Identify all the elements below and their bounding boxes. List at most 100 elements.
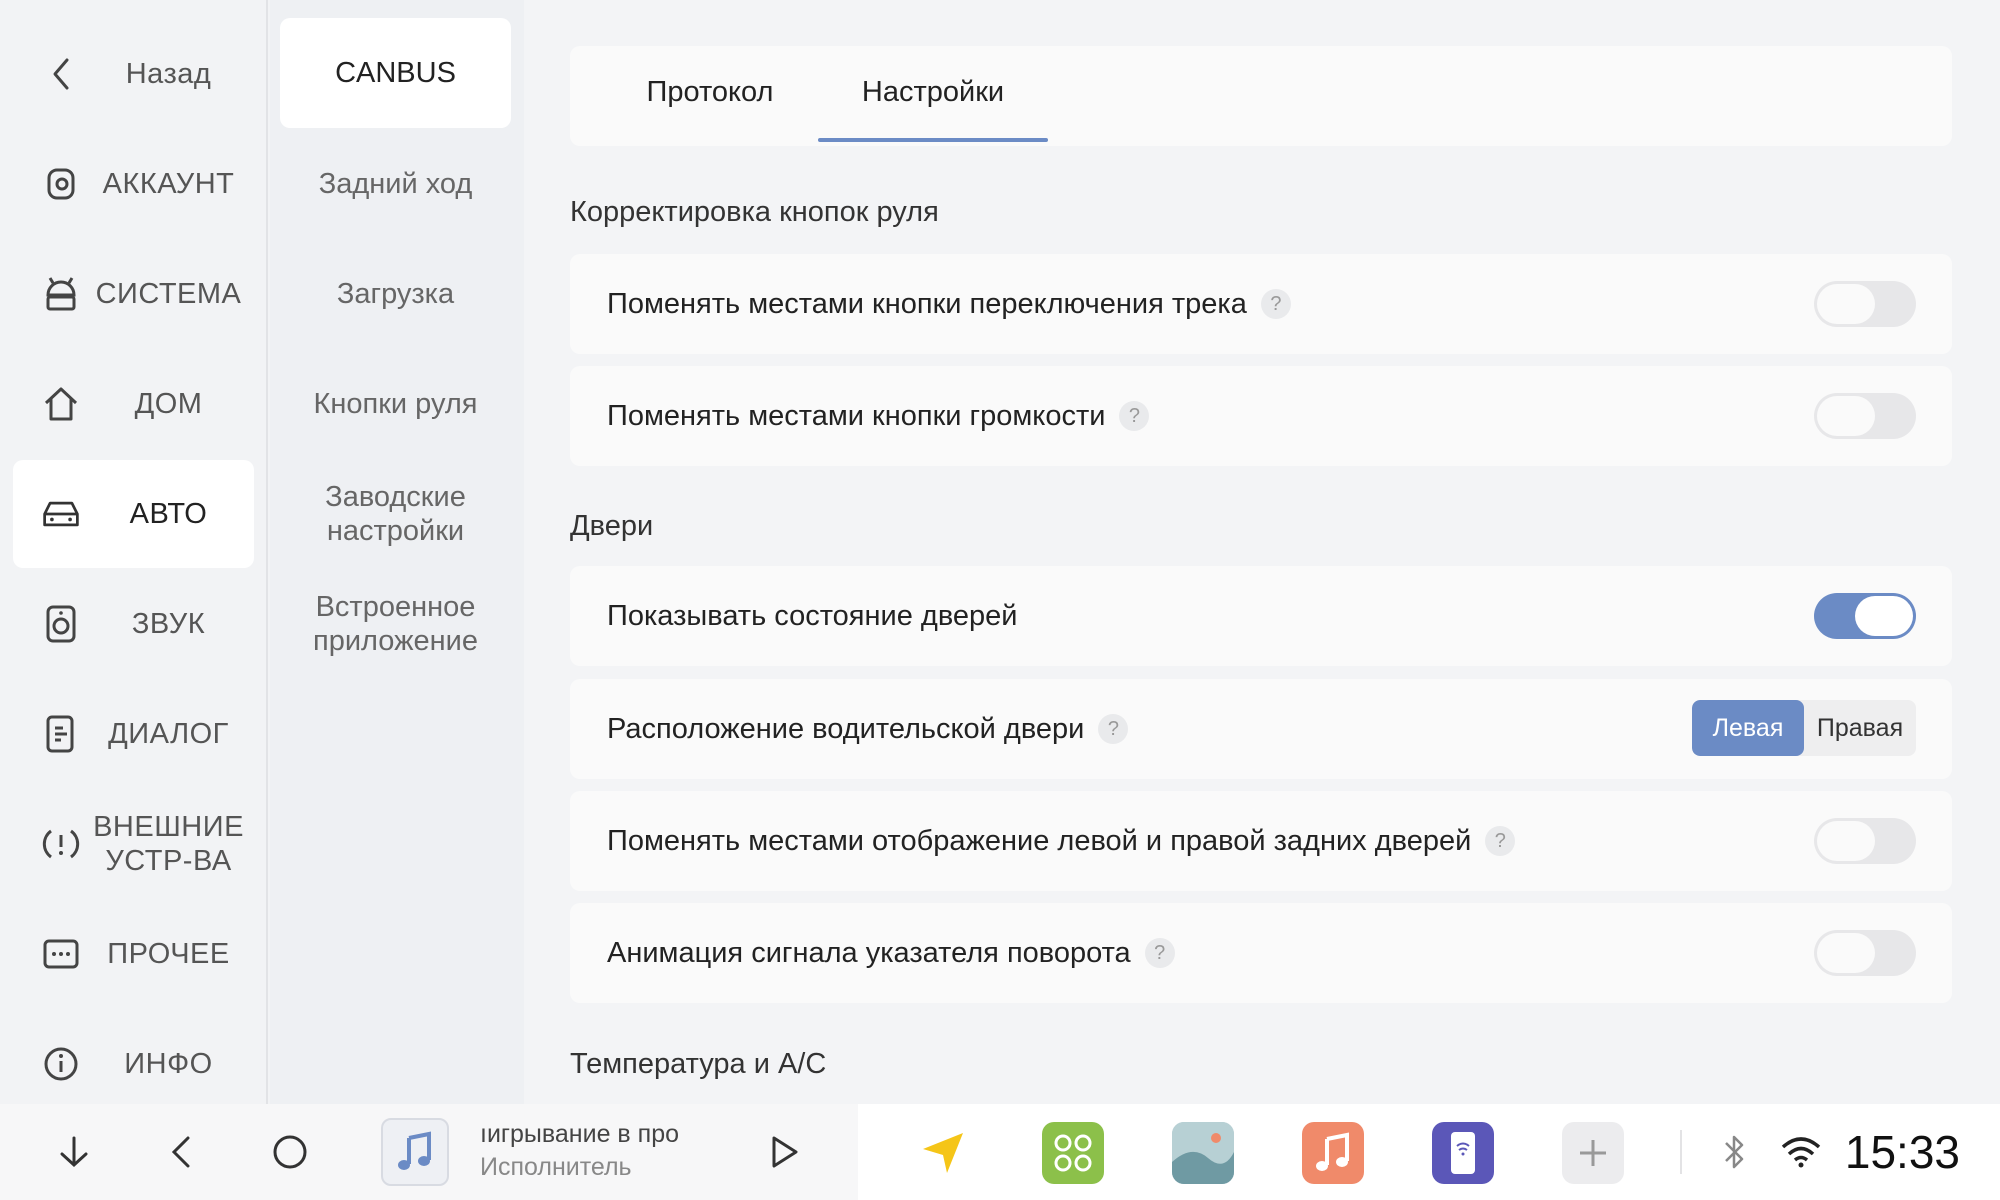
- sidebar-item-label: АККАУНТ: [102, 168, 235, 200]
- bottom-bar: ıигрывание в про Исполнитель 15:33: [0, 1104, 2000, 1200]
- setting-label: Показывать состояние дверей: [607, 599, 1018, 632]
- voice-icon: [41, 714, 81, 754]
- sidebar-item-label: ИНФО: [124, 1048, 213, 1080]
- sidebar-item-label: ДОМ: [134, 388, 203, 420]
- back-button[interactable]: Назад: [13, 20, 254, 128]
- setting-row: Поменять местами кнопки переключения тре…: [570, 254, 1952, 354]
- chevron-left-icon: [41, 54, 81, 94]
- wifi-icon[interactable]: [1776, 1104, 1826, 1200]
- sidebar-item-system[interactable]: СИСТЕМА: [13, 240, 254, 348]
- circle-home-icon: [273, 1135, 307, 1169]
- sidebar-item-external-devices[interactable]: ВНЕШНИЕ УСТР-ВА: [13, 790, 254, 898]
- toggle-knob: [1817, 933, 1875, 973]
- navigation-app[interactable]: [912, 1122, 974, 1184]
- nav-back-button[interactable]: [154, 1104, 210, 1200]
- car-icon: [41, 494, 81, 534]
- help-icon[interactable]: ?: [1144, 938, 1175, 968]
- swap-volume-buttons-toggle[interactable]: [1814, 393, 1916, 439]
- sidebar: Назад АККАУНТ СИСТЕМА ДОМ АВТО ЗВУК ДИАЛ…: [0, 0, 268, 1104]
- toggle-knob: [1817, 396, 1875, 436]
- submenu: CANBUS Задний ход Загрузка Кнопки руля З…: [270, 0, 524, 1104]
- submenu-item-factory-settings[interactable]: Заводские настройки: [280, 459, 511, 569]
- sidebar-item-label: ПРОЧЕЕ: [107, 938, 230, 970]
- sidebar-item-label: ЗВУК: [131, 608, 206, 640]
- section-title-climate: Температура и A/C: [570, 1048, 827, 1080]
- swap-track-buttons-toggle[interactable]: [1814, 281, 1916, 327]
- collapse-button[interactable]: [46, 1104, 102, 1200]
- music-note-icon: [1316, 1132, 1349, 1171]
- external-devices-icon: [41, 824, 81, 864]
- driver-door-segment: Левая Правая: [1692, 700, 1916, 756]
- music-app[interactable]: [1302, 1122, 1364, 1184]
- swap-rear-doors-toggle[interactable]: [1814, 818, 1916, 864]
- play-button[interactable]: [756, 1104, 812, 1200]
- chevron-left-icon: [171, 1136, 190, 1168]
- help-icon[interactable]: ?: [1098, 714, 1129, 744]
- section-title-steering: Корректировка кнопок руля: [570, 196, 939, 228]
- help-icon[interactable]: ?: [1119, 401, 1150, 431]
- setting-row: Расположение водительской двери ? Левая …: [570, 679, 1952, 779]
- help-icon[interactable]: ?: [1260, 289, 1291, 319]
- tab-settings[interactable]: Настройки: [818, 46, 1048, 142]
- sidebar-item-auto[interactable]: АВТО: [13, 460, 254, 568]
- android-icon: [41, 274, 81, 314]
- tab-protocol[interactable]: Протокол: [610, 46, 810, 138]
- section-title-doors: Двери: [570, 510, 654, 542]
- nav-home-button[interactable]: [262, 1104, 318, 1200]
- setting-label: Поменять местами кнопки громкости: [607, 399, 1106, 432]
- sidebar-item-dialog[interactable]: ДИАЛОГ: [13, 680, 254, 788]
- sidebar-item-info[interactable]: ИНФО: [13, 1010, 254, 1118]
- setting-label: Поменять местами отображение левой и пра…: [607, 824, 1472, 857]
- setting-label: Анимация сигнала указателя поворота: [607, 936, 1131, 969]
- music-note-icon[interactable]: [381, 1118, 449, 1186]
- show-door-status-toggle[interactable]: [1814, 593, 1916, 639]
- phone-icon: [1451, 1132, 1475, 1174]
- media-title: ıигрывание в про: [480, 1120, 679, 1148]
- setting-label: Расположение водительской двери: [607, 712, 1085, 745]
- bluetooth-icon[interactable]: [1714, 1104, 1754, 1200]
- add-app-button[interactable]: [1562, 1122, 1624, 1184]
- sidebar-item-sound[interactable]: ЗВУК: [13, 570, 254, 678]
- submenu-item-reverse[interactable]: Задний ход: [280, 129, 511, 239]
- setting-row: Поменять местами кнопки громкости ?: [570, 366, 1952, 466]
- gallery-icon: [1172, 1122, 1234, 1184]
- sidebar-item-home[interactable]: ДОМ: [13, 350, 254, 458]
- sidebar-item-other[interactable]: ПРОЧЕЕ: [13, 900, 254, 1008]
- setting-row: Поменять местами отображение левой и пра…: [570, 791, 1952, 891]
- home-icon: [41, 384, 81, 424]
- gallery-app[interactable]: [1172, 1122, 1234, 1184]
- media-artist: Исполнитель: [480, 1153, 632, 1181]
- toggle-knob: [1817, 821, 1875, 861]
- segment-right[interactable]: Правая: [1804, 700, 1916, 756]
- submenu-item-builtin-app[interactable]: Встроенное приложение: [280, 569, 511, 679]
- segment-left[interactable]: Левая: [1692, 700, 1804, 756]
- play-icon: [772, 1136, 798, 1168]
- submenu-item-canbus[interactable]: CANBUS: [280, 18, 511, 128]
- sidebar-item-label: ВНЕШНИЕ УСТР-ВА: [93, 811, 244, 877]
- setting-row: Показывать состояние дверей: [570, 566, 1952, 666]
- speaker-icon: [41, 604, 81, 644]
- tab-bar: Протокол Настройки: [570, 46, 1952, 146]
- setting-label: Поменять местами кнопки переключения тре…: [607, 287, 1247, 320]
- turn-signal-animation-toggle[interactable]: [1814, 930, 1916, 976]
- clock: 15:33: [1844, 1126, 1960, 1178]
- info-icon: [41, 1044, 81, 1084]
- sidebar-item-account[interactable]: АККАУНТ: [13, 130, 254, 238]
- plus-icon: [1580, 1140, 1606, 1166]
- sidebar-item-label: Назад: [125, 58, 212, 90]
- toggle-knob: [1855, 596, 1913, 636]
- sidebar-item-label: АВТО: [129, 498, 208, 530]
- phone-link-app[interactable]: [1432, 1122, 1494, 1184]
- submenu-item-steering-buttons[interactable]: Кнопки руля: [280, 349, 511, 459]
- more-icon: [41, 934, 81, 974]
- setting-row: Анимация сигнала указателя поворота ?: [570, 903, 1952, 1003]
- media-info[interactable]: ıигрывание в про Исполнитель: [480, 1120, 700, 1182]
- main-content: Протокол Настройки Корректировка кнопок …: [524, 0, 2000, 1104]
- apps-grid-icon: [1054, 1134, 1092, 1172]
- help-icon[interactable]: ?: [1485, 826, 1516, 856]
- toggle-knob: [1817, 284, 1875, 324]
- submenu-item-boot[interactable]: Загрузка: [280, 239, 511, 349]
- sidebar-item-label: ДИАЛОГ: [108, 718, 229, 750]
- apps-launcher[interactable]: [1042, 1122, 1104, 1184]
- sidebar-item-label: СИСТЕМА: [95, 278, 242, 310]
